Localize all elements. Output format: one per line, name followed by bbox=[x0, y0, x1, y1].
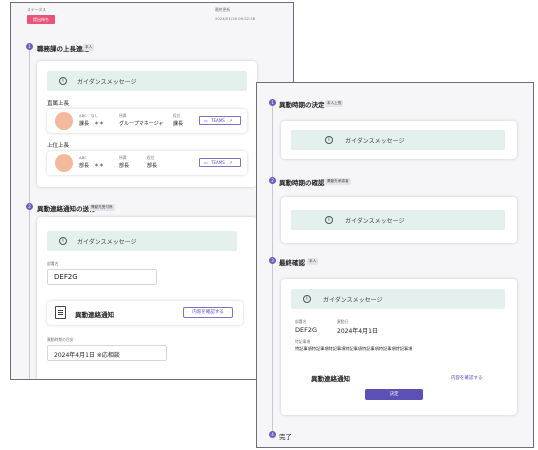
dept-label: 部署名 bbox=[295, 319, 307, 324]
left-screen: ステータス 提出待ち 最終更新 2024/01/16 09:52:38 1 職務… bbox=[10, 2, 294, 380]
document-icon bbox=[55, 306, 66, 319]
step2-marker: 2 bbox=[26, 203, 33, 210]
date-field[interactable]: 2024年4月1日 ※応相談 bbox=[47, 345, 167, 361]
date-value: 2024年4月1日 bbox=[337, 328, 378, 335]
submit-button[interactable]: 決定 bbox=[365, 389, 423, 400]
dept-label: 部署名 bbox=[47, 261, 59, 266]
direct-boss-row: ABC なし 課長 ＊＊ 所属 グループマネージャ 役位 課長 ▭ TEAMS … bbox=[47, 109, 247, 133]
done-title: 完了 bbox=[279, 433, 292, 441]
guidance-box: i ガイダンスメッセージ bbox=[291, 210, 505, 230]
step3-card: i ガイダンスメッセージ 部署名 DEF2G 異動日 2024年4月1日 特記事… bbox=[281, 279, 517, 415]
step1-title: 異動時期の決定 bbox=[279, 101, 325, 109]
teams-button[interactable]: ▭ TEAMS ↗ bbox=[199, 158, 241, 167]
guidance-box: i ガイダンスメッセージ bbox=[291, 130, 505, 150]
step1-card: i ガイダンスメッセージ 直属上長 ABC なし 課長 ＊＊ 所属 グループマネ… bbox=[37, 61, 257, 187]
date-label: 異動日 bbox=[337, 319, 349, 324]
step1-marker: 1 bbox=[26, 43, 33, 50]
notes-value: 特記事項特記事項特記事項特記事項特記事項特記事項特記事項 bbox=[295, 346, 413, 351]
avatar bbox=[55, 154, 73, 172]
step3-title: 最終確認 bbox=[279, 259, 305, 267]
direct-boss-heading: 直属上長 bbox=[47, 101, 70, 107]
upper-boss-row: ABC 部長 ＊＊ 所属 部長 役位 部長 ▭ TEAMS ↗ bbox=[47, 151, 247, 175]
step2-title: 異動連絡通知の送付 bbox=[37, 205, 96, 213]
info-icon: i bbox=[325, 136, 333, 144]
direct-boss-name: 課長 ＊＊ bbox=[79, 121, 105, 127]
step2-card: i ガイダンスメッセージ 部署名 DEF2G 異動連絡通知 内容を確認する 異動… bbox=[37, 217, 257, 379]
right-screen: 1 異動時期の決定 本人上長 i ガイダンスメッセージ 2 異動時期の確認 異動… bbox=[256, 82, 534, 448]
external-link-icon: ↗ bbox=[229, 118, 233, 123]
step2-tag: 異動先受付係 bbox=[89, 204, 115, 211]
info-icon: i bbox=[59, 237, 67, 245]
dept-field[interactable]: DEF2G bbox=[47, 269, 157, 285]
upper-boss-name: 部長 ＊＊ bbox=[79, 163, 105, 169]
done-marker: 4 bbox=[269, 431, 276, 438]
status-label: ステータス bbox=[27, 7, 46, 12]
document-title: 異動連絡通知 bbox=[311, 375, 350, 383]
chat-icon: ▭ bbox=[204, 160, 208, 165]
external-link-icon: ↗ bbox=[229, 160, 233, 165]
document-title: 異動連絡通知 bbox=[75, 311, 114, 319]
updated-label: 最終更新 bbox=[215, 7, 231, 12]
step1-title: 職務課の上長連絡 bbox=[37, 45, 89, 53]
info-icon: i bbox=[59, 77, 67, 85]
dept-value: DEF2G bbox=[295, 326, 318, 334]
confirm-content-button[interactable]: 内容を確認する bbox=[183, 307, 233, 318]
guidance-box: i ガイダンスメッセージ bbox=[47, 231, 237, 251]
step1-tag: 本人上長 bbox=[325, 100, 344, 107]
step3-tag: 本人 bbox=[307, 258, 319, 265]
avatar bbox=[55, 112, 73, 130]
step2-tag: 異動先承認者 bbox=[325, 178, 351, 185]
date-label: 異動時期の目安 bbox=[47, 337, 74, 342]
info-icon: i bbox=[303, 295, 311, 303]
confirm-content-link[interactable]: 内容を確認する bbox=[451, 375, 483, 381]
chat-icon: ▭ bbox=[204, 118, 208, 123]
timeline-line bbox=[29, 49, 30, 379]
updated-value: 2024/01/16 09:52:38 bbox=[215, 16, 256, 21]
info-icon: i bbox=[325, 216, 333, 224]
teams-button[interactable]: ▭ TEAMS ↗ bbox=[199, 116, 241, 125]
step2-marker: 2 bbox=[269, 177, 276, 184]
step1-card: i ガイダンスメッセージ bbox=[281, 121, 517, 159]
step2-card: i ガイダンスメッセージ bbox=[281, 197, 517, 243]
timeline-line bbox=[272, 105, 273, 435]
guidance-box: i ガイダンスメッセージ bbox=[291, 289, 505, 309]
upper-boss-heading: 上位上長 bbox=[47, 143, 70, 149]
step3-marker: 3 bbox=[269, 257, 276, 264]
step1-marker: 1 bbox=[269, 99, 276, 106]
notes-label: 特記事項 bbox=[295, 339, 311, 344]
status-badge: 提出待ち bbox=[27, 15, 55, 24]
guidance-box: i ガイダンスメッセージ bbox=[47, 71, 247, 91]
step2-title: 異動時期の確認 bbox=[279, 179, 325, 187]
document-row: 異動連絡通知 内容を確認する bbox=[47, 301, 243, 325]
step1-tag: 本人 bbox=[83, 44, 95, 51]
